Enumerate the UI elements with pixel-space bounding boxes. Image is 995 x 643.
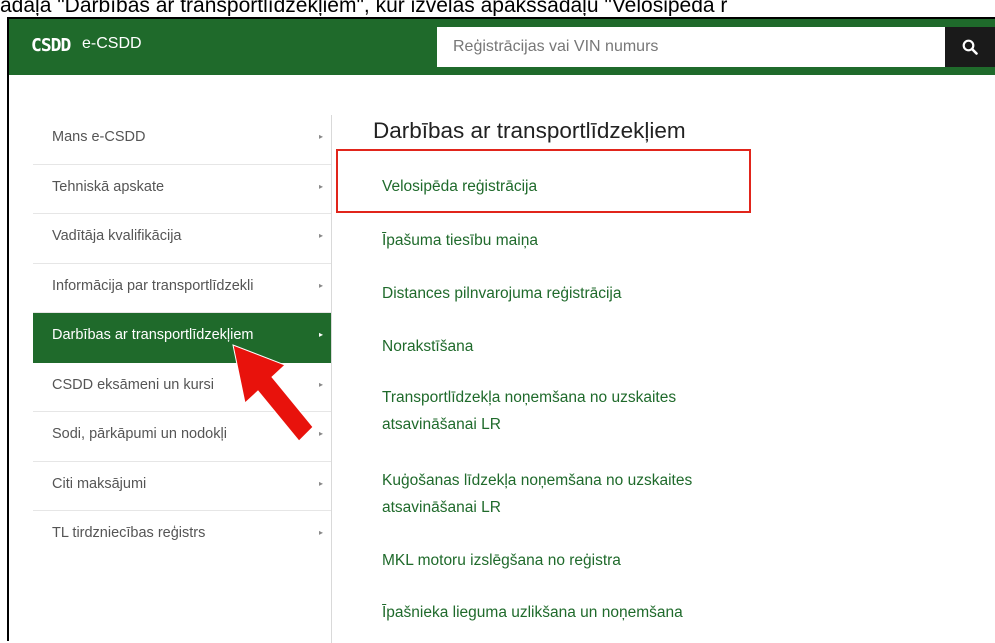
- link-text: Īpašuma tiesību maiņa: [382, 232, 538, 249]
- chevron-right-icon: ▸: [318, 231, 323, 240]
- csdd-logo[interactable]: CSDD: [31, 35, 71, 56]
- search-icon: [962, 39, 978, 55]
- link-text-line1: Kuģošanas līdzekļa noņemšana no uzskaite…: [382, 472, 693, 489]
- red-arrow-annotation: [232, 344, 314, 442]
- link-text: Distances pilnvarojuma reģistrācija: [382, 285, 622, 302]
- chevron-right-icon: ▸: [318, 528, 323, 537]
- link-text: Velosipēda reģistrācija: [382, 178, 538, 195]
- link-text: Īpašnieka lieguma uzlikšana un noņemšana: [382, 604, 683, 621]
- chevron-right-icon: ▸: [318, 429, 323, 438]
- sidebar-item-label: Vadītāja kvalifikācija: [52, 228, 182, 244]
- page-title: Darbības ar transportlīdzekļiem: [373, 118, 686, 143]
- sidebar-item-label: TL tirdzniecības reģistrs: [52, 525, 206, 541]
- link-ipasnieka-liegums[interactable]: Īpašnieka lieguma uzlikšana un noņemšana: [382, 599, 683, 626]
- sidebar-item-informacija[interactable]: Informācija par transportlīdzekli ▸: [33, 264, 331, 313]
- link-tl-nonemsana[interactable]: Transportlīdzekļa noņemšana no uzskaites…: [382, 384, 676, 438]
- chevron-right-icon: ▸: [318, 181, 323, 191]
- link-ipasuma-tiesibu-maina[interactable]: Īpašuma tiesību maiņa: [382, 227, 538, 254]
- link-distances-pilnvarojums[interactable]: Distances pilnvarojuma reģistrācija: [382, 280, 622, 307]
- chevron-right-icon: ▸: [318, 132, 323, 141]
- link-mkl-izslegsana[interactable]: MKL motoru izslēgšana no reģistra: [382, 547, 621, 574]
- sidebar-item-citi-maksajumi[interactable]: Citi maksājumi ▸: [33, 462, 331, 511]
- link-norakstisana[interactable]: Norakstīšana: [382, 333, 473, 360]
- sidebar-item-tehniska-apskate[interactable]: Tehniskā apskate ▸: [33, 165, 331, 214]
- search-button[interactable]: [945, 27, 995, 67]
- chevron-right-icon: ▸: [318, 379, 323, 389]
- sidebar-item-label: Citi maksājumi: [52, 475, 147, 492]
- brand-name[interactable]: e-CSDD: [82, 35, 142, 53]
- link-text-line2: atsavināšanai LR: [382, 499, 501, 516]
- sidebar-item-label: CSDD eksāmeni un kursi: [52, 376, 214, 393]
- sidebar-item-label: Sodi, pārkāpumi un nodokļi: [52, 426, 227, 442]
- sidebar-item-mans-e-csdd[interactable]: Mans e-CSDD ▸: [33, 115, 331, 165]
- sidebar-item-label: Darbības ar transportlīdzekļiem: [52, 327, 254, 343]
- browser-frame: CSDD e-CSDD Mans e-CSDD ▸ Tehniskā apska…: [7, 17, 995, 643]
- link-velosipeda-registracija[interactable]: Velosipēda reģistrācija: [382, 173, 537, 200]
- link-text: Norakstīšana: [382, 338, 474, 355]
- link-text: MKL motoru izslēgšana no reģistra: [382, 552, 621, 569]
- instruction-caption: adaļā "Darbības ar transportlīdzekļiem",…: [0, 0, 728, 16]
- link-text-line1: Transportlīdzekļa noņemšana no uzskaites: [382, 389, 677, 406]
- sidebar-item-label: Mans e-CSDD: [52, 129, 146, 145]
- top-bar: CSDD e-CSDD: [9, 19, 995, 75]
- chevron-right-icon: ▸: [318, 478, 323, 488]
- link-text-line2: atsavināšanai LR: [382, 416, 501, 433]
- search-input[interactable]: [437, 27, 945, 67]
- column-divider: [331, 115, 332, 643]
- chevron-right-icon: ▸: [318, 280, 323, 290]
- sidebar-item-label: Informācija par transportlīdzekli: [52, 277, 254, 294]
- sidebar-item-tl-registrs[interactable]: TL tirdzniecības reģistrs ▸: [33, 511, 331, 561]
- sidebar-item-label: Tehniskā apskate: [52, 178, 165, 195]
- link-kugosanas-nonemsana[interactable]: Kuģošanas līdzekļa noņemšana no uzskaite…: [382, 467, 692, 521]
- sidebar-item-vaditaja-kvalifikacija[interactable]: Vadītāja kvalifikācija ▸: [33, 214, 331, 264]
- sidebar-menu: Mans e-CSDD ▸ Tehniskā apskate ▸ Vadītāj…: [33, 115, 331, 561]
- chevron-right-icon: ▸: [318, 330, 323, 339]
